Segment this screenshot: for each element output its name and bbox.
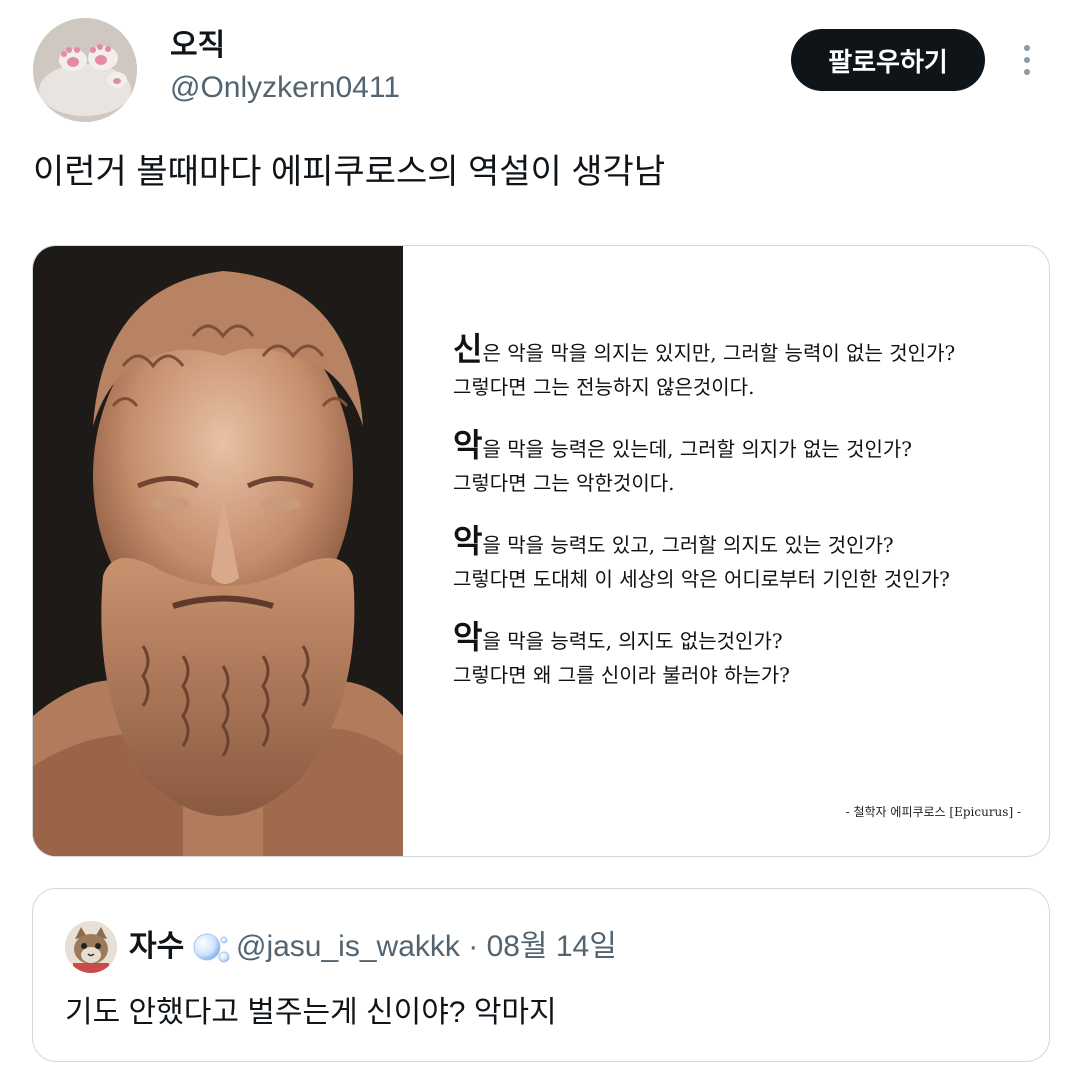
bubbles-icon <box>193 933 230 963</box>
quoted-author-handle[interactable]: @jasu_is_wakkk <box>236 930 460 963</box>
paradox-line-text: 을 막을 능력도, 의지도 없는것인가? <box>482 629 783 653</box>
paradox-stanza: 신은 악을 막을 의지는 있지만, 그러할 능력이 없는 것인가? 그렇다면 그… <box>453 332 955 404</box>
more-dot <box>1024 57 1030 63</box>
quoted-tweet-text: 기도 안했다고 벌주는게 신이야? 악마지 <box>65 996 557 1029</box>
more-vertical-icon <box>1024 45 1030 51</box>
paradox-initial: 신 <box>453 330 483 368</box>
paradox-initial: 악 <box>453 522 483 560</box>
paradox-stanza: 악을 막을 능력도 있고, 그러할 의지도 있는 것인가? 그렇다면 도대체 이… <box>453 524 955 596</box>
meta-separator: · <box>468 930 479 963</box>
quoted-tweet-date[interactable]: 08월 14일 <box>487 930 617 963</box>
paradox-stanza: 악을 막을 능력은 있는데, 그러할 의지가 없는 것인가? 그렇다면 그는 악… <box>453 428 955 500</box>
paradox-line-text: 을 막을 능력도 있고, 그러할 의지도 있는 것인가? <box>482 533 894 557</box>
paradox-stanza: 악을 막을 능력도, 의지도 없는것인가? 그렇다면 왜 그를 신이라 불러야 … <box>453 620 955 692</box>
more-options-button[interactable] <box>1010 40 1044 80</box>
paradox-line: 악을 막을 능력도, 의지도 없는것인가? <box>453 620 955 658</box>
tweet-text: 이런거 볼때마다 에피쿠로스의 역설이 생각남 <box>33 153 666 191</box>
author-handle[interactable]: @Onlyzkern0411 <box>170 70 400 106</box>
paradox-conclusion: 그렇다면 왜 그를 신이라 불러야 하는가? <box>453 663 790 687</box>
paradox-conclusion: 그렇다면 그는 전능하지 않은것이다. <box>453 375 755 399</box>
avatar-cat-paws-icon <box>33 18 137 122</box>
tweet-media-image[interactable]: 신은 악을 막을 의지는 있지만, 그러할 능력이 없는 것인가? 그렇다면 그… <box>32 245 1050 857</box>
author-avatar[interactable] <box>33 18 137 122</box>
quoted-author-name[interactable]: 자수 <box>129 929 184 965</box>
epicurus-bust-image <box>33 246 403 856</box>
paradox-line: 악을 막을 능력은 있는데, 그러할 의지가 없는 것인가? <box>453 428 955 466</box>
paradox-line: 악을 막을 능력도 있고, 그러할 의지도 있는 것인가? <box>453 524 955 562</box>
follow-button[interactable]: 팔로우하기 <box>791 29 985 91</box>
paradox-conclusion: 그렇다면 그는 악한것이다. <box>453 471 675 495</box>
quoted-tweet-meta: @jasu_is_wakkk · 08월 14일 <box>236 929 617 965</box>
more-dot <box>1024 69 1030 75</box>
quoted-author-avatar[interactable] <box>65 921 117 973</box>
paradox-initial: 악 <box>453 618 483 656</box>
author-display-name[interactable]: 오직 <box>170 28 225 64</box>
paradox-initial: 악 <box>453 426 483 464</box>
paradox-line-text: 은 악을 막을 의지는 있지만, 그러할 능력이 없는 것인가? <box>482 341 956 365</box>
avatar-cat-cartoon-icon <box>65 921 117 973</box>
paradox-line: 신은 악을 막을 의지는 있지만, 그러할 능력이 없는 것인가? <box>453 332 955 370</box>
attribution-text: - 철학자 에피쿠로스 [Epicurus] - <box>845 805 1021 819</box>
paradox-conclusion: 그렇다면 도대체 이 세상의 악은 어디로부터 기인한 것인가? <box>453 567 950 591</box>
quoted-tweet[interactable]: 자수 @jasu_is_wakkk · 08월 14일 기도 안했다고 벌주는게… <box>32 888 1050 1062</box>
paradox-line-text: 을 막을 능력은 있는데, 그러할 의지가 없는 것인가? <box>482 437 913 461</box>
epicurus-paradox-text: 신은 악을 막을 의지는 있지만, 그러할 능력이 없는 것인가? 그렇다면 그… <box>453 332 955 716</box>
